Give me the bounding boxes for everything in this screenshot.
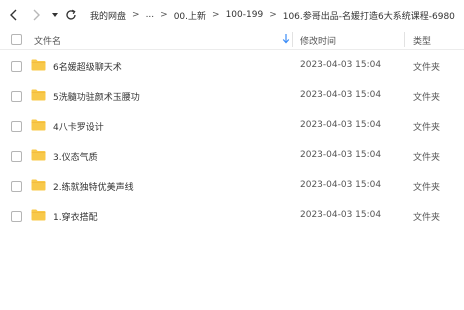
back-button[interactable] (6, 7, 22, 23)
row-checkbox[interactable] (11, 61, 22, 72)
file-modified: 2023-04-03 15:04 (300, 180, 382, 190)
breadcrumb-item-current[interactable]: 106.参哥出品-名媛打造6大系统课程-6980 (283, 9, 455, 22)
refresh-icon (66, 9, 76, 20)
file-row[interactable]: 5洗髓功驻颜术玉腰功 2023-04-03 15:04 文件夹 (0, 80, 464, 110)
row-checkbox[interactable] (11, 91, 22, 102)
breadcrumb-separator: > (132, 10, 140, 20)
breadcrumb-separator: > (160, 10, 168, 20)
refresh-button[interactable] (63, 7, 79, 23)
file-modified: 2023-04-03 15:04 (300, 120, 382, 130)
sort-down-arrow-icon[interactable] (282, 33, 290, 47)
file-name[interactable]: 3.仪态气质 (53, 150, 98, 163)
forward-button[interactable] (28, 7, 44, 23)
breadcrumb: 我的网盘 > ... > 00.上新 > 100-199 > 106.参哥出品-… (90, 9, 455, 22)
file-row[interactable]: 4八卡罗设计 2023-04-03 15:04 文件夹 (0, 110, 464, 140)
file-type: 文件夹 (413, 183, 441, 193)
file-modified: 2023-04-03 15:04 (300, 150, 382, 160)
file-name[interactable]: 2.练就独特优美声线 (53, 180, 134, 193)
history-dropdown-button[interactable] (50, 7, 60, 23)
file-type: 文件夹 (413, 63, 441, 73)
file-row[interactable]: 1.穿衣搭配 2023-04-03 15:04 文件夹 (0, 200, 464, 230)
toolbar: 我的网盘 > ... > 00.上新 > 100-199 > 106.参哥出品-… (0, 0, 464, 30)
breadcrumb-item-range[interactable]: 100-199 (226, 10, 264, 20)
file-row[interactable]: 6名媛超级聊天术 2023-04-03 15:04 文件夹 (0, 50, 464, 80)
folder-icon (31, 59, 46, 71)
chevron-left-icon (10, 9, 17, 21)
column-header: 文件名 修改时间 类型 (0, 30, 464, 50)
file-modified: 2023-04-03 15:04 (300, 210, 382, 220)
row-checkbox[interactable] (11, 151, 22, 162)
folder-icon (31, 209, 46, 221)
chevron-right-icon (33, 9, 40, 21)
row-checkbox[interactable] (11, 211, 22, 222)
caret-down-icon (52, 13, 58, 17)
file-name[interactable]: 6名媛超级聊天术 (53, 60, 122, 73)
file-name[interactable]: 5洗髓功驻颜术玉腰功 (53, 90, 140, 103)
file-list: 6名媛超级聊天术 2023-04-03 15:04 文件夹 5洗髓功驻颜术玉腰功… (0, 50, 464, 230)
column-divider[interactable] (404, 32, 405, 47)
folder-icon (31, 179, 46, 191)
row-checkbox[interactable] (11, 181, 22, 192)
file-modified: 2023-04-03 15:04 (300, 90, 382, 100)
file-type: 文件夹 (413, 213, 441, 223)
row-checkbox[interactable] (11, 121, 22, 132)
breadcrumb-separator: > (212, 10, 220, 20)
file-row[interactable]: 2.练就独特优美声线 2023-04-03 15:04 文件夹 (0, 170, 464, 200)
file-type: 文件夹 (413, 123, 441, 133)
breadcrumb-item-ellipsis[interactable]: ... (146, 10, 155, 20)
column-divider[interactable] (292, 32, 293, 47)
file-type: 文件夹 (413, 93, 441, 103)
breadcrumb-separator: > (269, 10, 277, 20)
breadcrumb-item-new[interactable]: 00.上新 (174, 9, 206, 22)
select-all-checkbox[interactable] (11, 34, 22, 45)
file-name[interactable]: 1.穿衣搭配 (53, 210, 98, 223)
breadcrumb-item-root[interactable]: 我的网盘 (90, 9, 126, 22)
file-type: 文件夹 (413, 153, 441, 163)
file-modified: 2023-04-03 15:04 (300, 60, 382, 70)
file-name[interactable]: 4八卡罗设计 (53, 120, 104, 133)
folder-icon (31, 119, 46, 131)
column-header-type[interactable]: 类型 (413, 34, 431, 47)
folder-icon (31, 149, 46, 161)
file-row[interactable]: 3.仪态气质 2023-04-03 15:04 文件夹 (0, 140, 464, 170)
column-header-name[interactable]: 文件名 (34, 34, 61, 47)
column-header-modified[interactable]: 修改时间 (300, 34, 336, 47)
folder-icon (31, 89, 46, 101)
